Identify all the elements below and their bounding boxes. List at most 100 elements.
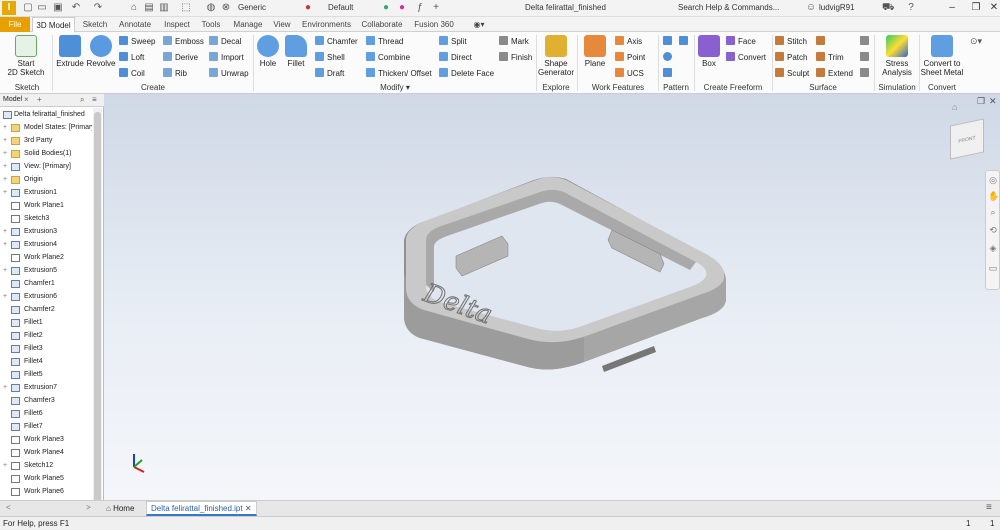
patch-button[interactable]: Patch: [775, 52, 807, 62]
user-name[interactable]: ludvigR91: [819, 3, 855, 12]
tab-tools[interactable]: Tools: [198, 17, 224, 32]
browser-item[interactable]: + Extrusion6: [0, 290, 92, 303]
tab-3d-model[interactable]: 3D Model: [32, 17, 75, 32]
undo-icon[interactable]: ↶: [70, 2, 82, 14]
face-button[interactable]: Face: [726, 36, 756, 46]
ruled-surface-button[interactable]: [816, 36, 828, 46]
graphics-viewport[interactable]: Delta FRONT ⌂ ❐ ✕: [104, 94, 1000, 500]
browser-menu-icon[interactable]: ≡: [92, 95, 97, 104]
fx-icon[interactable]: ƒ: [414, 2, 426, 14]
browser-item[interactable]: + Model States: [Primary: [0, 121, 92, 134]
viewport-restore-icon[interactable]: ❐: [977, 96, 985, 107]
ucs-button[interactable]: UCS: [615, 68, 644, 78]
convert-freeform-button[interactable]: Convert: [726, 52, 766, 62]
browser-item[interactable]: Fillet2: [0, 329, 92, 342]
color-icon[interactable]: ●: [380, 2, 392, 14]
home-tab[interactable]: ⌂ Home: [106, 502, 134, 516]
split-button[interactable]: Split: [439, 36, 467, 46]
derive-button[interactable]: Derive: [163, 52, 198, 62]
shell-button[interactable]: Shell: [315, 52, 345, 62]
zoom-icon[interactable]: ⌕: [988, 207, 998, 217]
expand-icon[interactable]: +: [3, 225, 7, 238]
browser-item[interactable]: + Extrusion5: [0, 264, 92, 277]
clear-icon[interactable]: ⊗: [220, 2, 232, 14]
sculpt-button[interactable]: Sculpt: [775, 68, 809, 78]
cart-icon[interactable]: ⛟: [882, 2, 895, 14]
tab-options-icon[interactable]: ◉▾: [470, 17, 488, 32]
browser-item[interactable]: Sketch3: [0, 212, 92, 225]
browser-item[interactable]: + Origin: [0, 173, 92, 186]
hole-button[interactable]: Hole: [256, 35, 280, 68]
loft-button[interactable]: Loft: [119, 52, 144, 62]
pan-icon[interactable]: ✋: [988, 191, 999, 201]
tab-inspect[interactable]: Inspect: [160, 17, 194, 32]
minimize-button[interactable]: –: [944, 1, 960, 15]
shape-generator-button[interactable]: Shape Generator: [538, 35, 574, 77]
group-label-modify[interactable]: Modify ▾: [255, 83, 535, 92]
expand-icon[interactable]: +: [3, 290, 7, 303]
thread-button[interactable]: Thread: [366, 36, 403, 46]
delete-face-button[interactable]: Delete Face: [439, 68, 494, 78]
convert-to-sheet-metal-button[interactable]: Convert to Sheet Metal: [920, 35, 964, 77]
extrude-button[interactable]: Extrude: [56, 35, 84, 68]
browser-item[interactable]: Fillet7: [0, 420, 92, 433]
view-cube[interactable]: FRONT: [950, 118, 984, 160]
redo-icon[interactable]: ↷: [92, 2, 104, 14]
select-icon[interactable]: ⬚: [180, 2, 192, 14]
browser-scroll-thumb[interactable]: [94, 112, 101, 512]
draft-button[interactable]: Draft: [315, 68, 344, 78]
browser-item[interactable]: +3rd Party: [0, 134, 92, 147]
browser-item[interactable]: + Extrusion7: [0, 381, 92, 394]
trim-button[interactable]: Trim: [816, 52, 844, 62]
coil-button[interactable]: Coil: [119, 68, 145, 78]
stitch-button[interactable]: Stitch: [775, 36, 807, 46]
box-button[interactable]: Box: [697, 35, 721, 68]
browser-item[interactable]: + Solid Bodies(1): [0, 147, 92, 160]
browser-item[interactable]: + View: [Primary]: [0, 160, 92, 173]
browser-item[interactable]: + Extrusion1: [0, 186, 92, 199]
viewport-close-icon[interactable]: ✕: [989, 96, 997, 107]
plane-button[interactable]: Plane: [582, 35, 608, 68]
decal-button[interactable]: Decal: [209, 36, 241, 46]
tab-manage[interactable]: Manage: [228, 17, 268, 32]
viewcube-home-icon[interactable]: ⌂: [952, 102, 957, 112]
browser-item[interactable]: Fillet4: [0, 355, 92, 368]
search-help-input[interactable]: Search Help & Commands...: [678, 3, 779, 12]
expand-icon[interactable]: +: [3, 160, 7, 173]
navbar-options-icon[interactable]: ▭: [988, 263, 998, 273]
tab-environments[interactable]: Environments: [299, 17, 354, 32]
close-tab-icon[interactable]: ✕: [245, 504, 252, 513]
expand-icon[interactable]: +: [3, 238, 7, 251]
browser-add-tab-icon[interactable]: +: [37, 95, 42, 104]
browser-item[interactable]: Work Plane2: [0, 251, 92, 264]
maximize-button[interactable]: ❐: [968, 1, 984, 15]
steering-wheel-icon[interactable]: ◎: [988, 175, 998, 185]
orbit-icon[interactable]: ⟲: [988, 225, 998, 235]
help-icon[interactable]: ?: [905, 2, 917, 14]
browser-tab-model[interactable]: Model: [3, 96, 22, 103]
browser-item[interactable]: Work Plane4: [0, 446, 92, 459]
appearance-icon[interactable]: ◍: [205, 2, 217, 14]
material-dropdown[interactable]: Default: [328, 3, 353, 12]
revolve-button[interactable]: Revolve: [86, 35, 116, 68]
measure-icon[interactable]: ▥: [158, 2, 170, 14]
finish-button[interactable]: Finish: [499, 52, 532, 62]
sweep-button[interactable]: Sweep: [119, 36, 155, 46]
ribbon-options-icon[interactable]: ⊙▾: [970, 36, 982, 47]
browser-close-tab-icon[interactable]: ×: [24, 95, 29, 104]
mark-button[interactable]: Mark: [499, 36, 529, 46]
combine-button[interactable]: Combine: [366, 52, 410, 62]
new-file-icon[interactable]: ▢: [22, 2, 34, 14]
tab-annotate[interactable]: Annotate: [115, 17, 155, 32]
browser-item[interactable]: Chamfer1: [0, 277, 92, 290]
browser-item[interactable]: + Extrusion3: [0, 225, 92, 238]
tab-file[interactable]: File: [0, 17, 30, 32]
browser-root[interactable]: Delta felirattal_finished: [0, 108, 92, 121]
expand-icon[interactable]: +: [3, 381, 7, 394]
expand-icon[interactable]: +: [3, 459, 7, 472]
browser-item[interactable]: + Extrusion4: [0, 238, 92, 251]
expand-icon[interactable]: +: [3, 264, 7, 277]
browser-item[interactable]: + Sketch12: [0, 459, 92, 472]
emboss-button[interactable]: Emboss: [163, 36, 204, 46]
tab-view[interactable]: View: [270, 17, 294, 32]
